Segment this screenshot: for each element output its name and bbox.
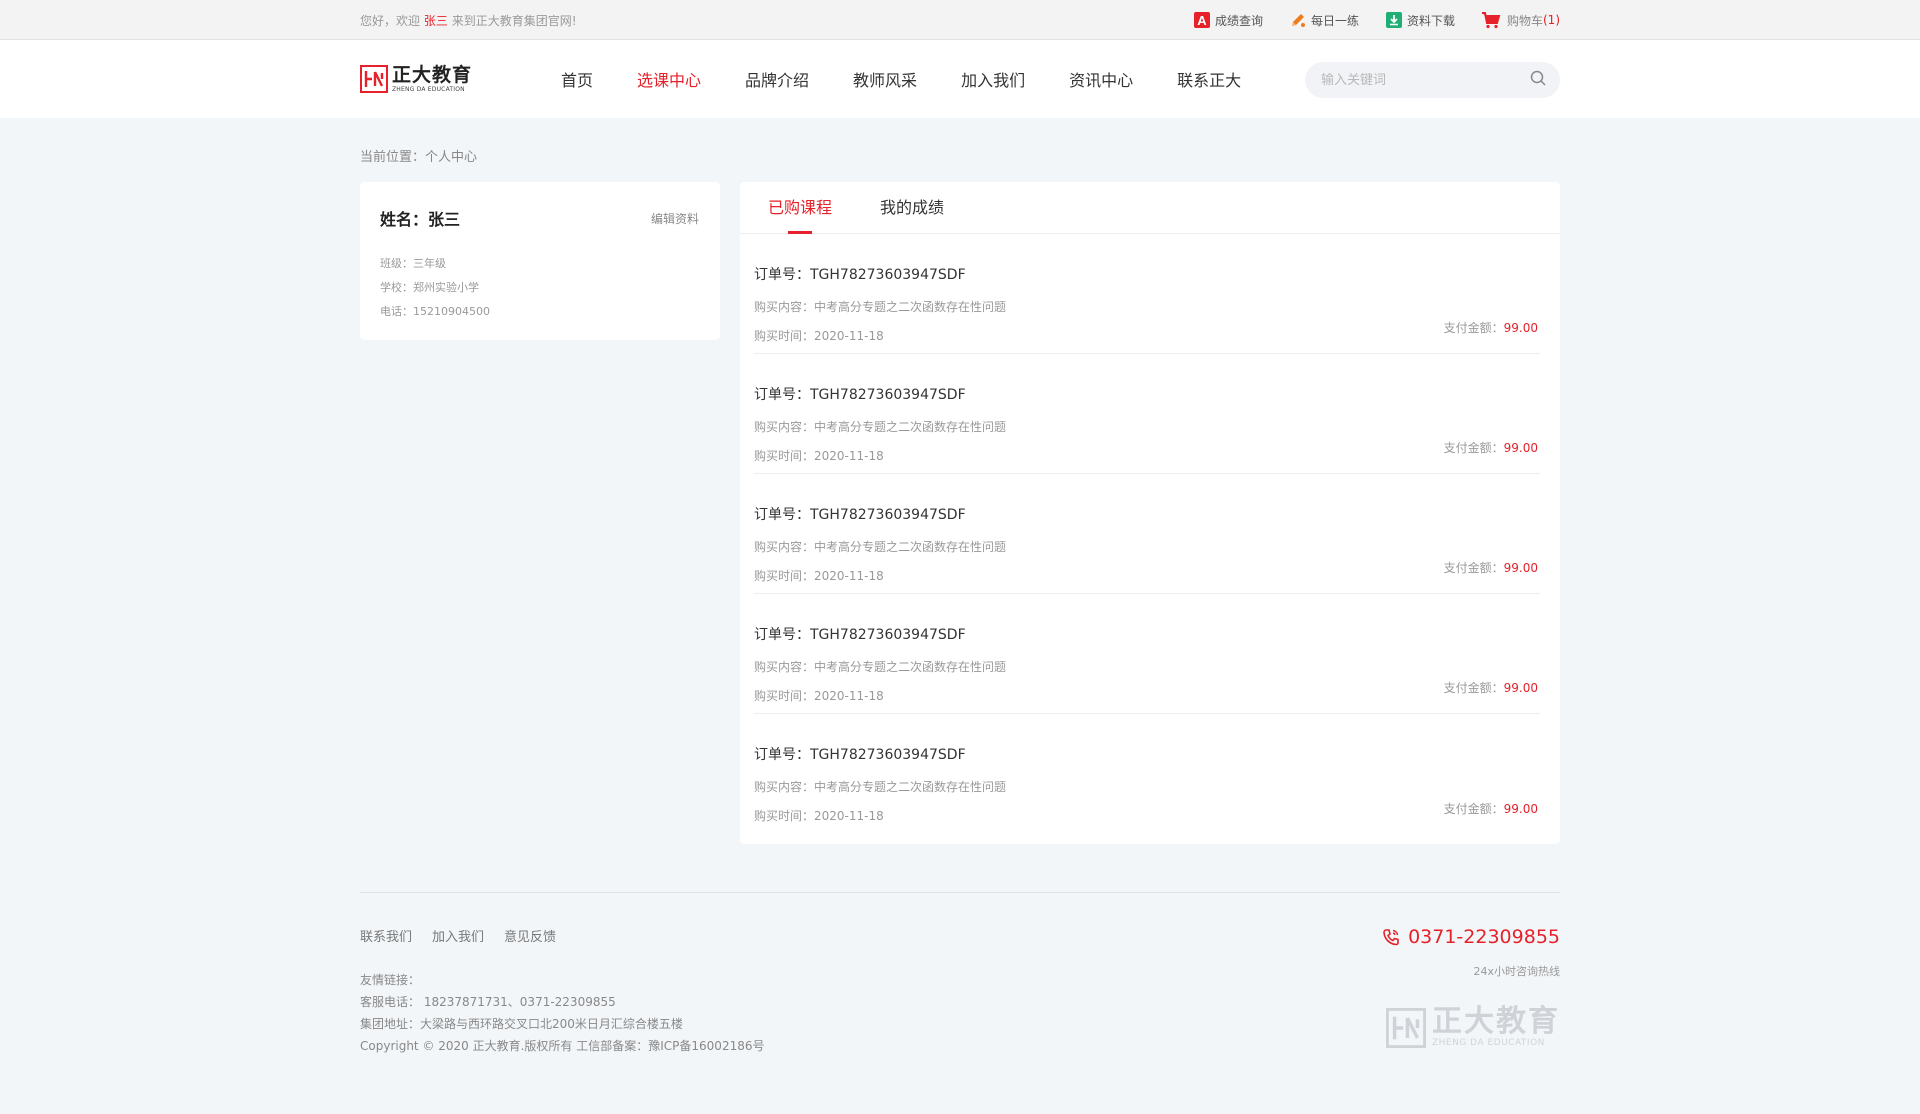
site-footer: 联系我们 加入我们 意见反馈 友情链接： 客服电话： 18237871731、0… [360,892,1560,1092]
download-link[interactable]: 资料下载 [1385,11,1455,29]
order-payment: 支付金额：99.00 [1444,800,1538,817]
payment-amount: 99.00 [1503,802,1538,816]
footer-logo: 正大教育 ZHENG DA EDUCATION [1386,1007,1560,1048]
welcome-text: 您好，欢迎 张三 来到正大教育集团官网! [360,12,577,29]
hotline-label: 24x小时咨询热线 [1473,965,1560,978]
search-icon[interactable] [1530,70,1546,90]
phone-icon [1383,929,1399,946]
orders-panel: 已购课程 我的成绩 订单号：TGH78273603947SDF 购买内容：中考高… [740,182,1560,844]
cart-count: (1) [1543,13,1560,27]
edit-profile-button[interactable]: 编辑资料 [651,210,699,227]
friend-links-label: 友情链接： [360,973,421,987]
welcome-prefix: 您好，欢迎 [360,13,421,28]
order-item: 订单号：TGH78273603947SDF 购买内容：中考高分专题之二次函数存在… [754,474,1540,594]
order-item: 订单号：TGH78273603947SDF 购买内容：中考高分专题之二次函数存在… [754,234,1540,354]
logo-subtitle: ZHENG DA EDUCATION [392,85,465,93]
payment-label: 支付金额： [1443,681,1504,695]
footer-logo-name: 正大教育 [1432,1004,1560,1039]
score-query-label: 成绩查询 [1214,13,1263,28]
nav-home[interactable]: 首页 [561,67,593,91]
order-item: 订单号：TGH78273603947SDF 购买内容：中考高分专题之二次函数存在… [754,714,1540,834]
tab-my-scores[interactable]: 我的成绩 [880,182,944,233]
order-number: 订单号：TGH78273603947SDF [754,387,966,403]
orders-tabs: 已购课程 我的成绩 [740,182,1560,234]
order-content: 购买内容：中考高分专题之二次函数存在性问题 [754,300,1007,314]
order-item: 订单号：TGH78273603947SDF 购买内容：中考高分专题之二次函数存在… [754,594,1540,714]
main-nav: 首页 选课中心 品牌介绍 教师风采 加入我们 资讯中心 联系正大 [561,67,1285,91]
order-time: 购买时间：2020-11-18 [754,689,884,703]
profile-class: 班级：三年级 [380,257,446,270]
download-icon [1385,11,1403,29]
site-header: 正大教育 ZHENG DA EDUCATION 首页 选课中心 品牌介绍 教师风… [0,40,1920,118]
welcome-suffix: 来到正大教育集团官网! [451,13,577,28]
footer-logo-mark-icon [1386,1007,1426,1048]
payment-label: 支付金额： [1443,321,1504,335]
payment-amount: 99.00 [1503,681,1538,695]
pencil-icon [1289,11,1307,29]
order-content: 购买内容：中考高分专题之二次函数存在性问题 [754,780,1007,794]
logo-mark-icon [360,65,388,93]
order-number: 订单号：TGH78273603947SDF [754,267,966,283]
profile-name: 姓名：张三 [380,210,461,229]
nav-brand[interactable]: 品牌介绍 [745,67,809,91]
footer-link-contact[interactable]: 联系我们 [360,926,412,945]
order-item: 订单号：TGH78273603947SDF 购买内容：中考高分专题之二次函数存在… [754,354,1540,474]
breadcrumb: 当前位置：个人中心 [360,150,478,165]
order-time: 购买时间：2020-11-18 [754,329,884,343]
service-phone: 客服电话： 18237871731、0371-22309855 [360,995,616,1009]
top-bar: 您好，欢迎 张三 来到正大教育集团官网! A 成绩查询 每日一练 资料下载 购物… [0,0,1920,40]
nav-course-center[interactable]: 选课中心 [637,67,701,91]
copyright: Copyright © 2020 正大教育.版权所有 工信部备案：豫ICP备16… [360,1039,765,1053]
footer-link-join[interactable]: 加入我们 [432,926,484,945]
order-time: 购买时间：2020-11-18 [754,569,884,583]
svg-text:A: A [1197,13,1207,28]
cart-label: 购物车 [1506,13,1543,28]
cart-link[interactable]: 购物车 (1) [1481,11,1560,29]
order-number: 订单号：TGH78273603947SDF [754,627,966,643]
order-number: 订单号：TGH78273603947SDF [754,747,966,763]
order-content: 购买内容：中考高分专题之二次函数存在性问题 [754,420,1007,434]
order-payment: 支付金额：99.00 [1444,439,1538,456]
nav-join[interactable]: 加入我们 [961,67,1025,91]
order-time: 购买时间：2020-11-18 [754,809,884,823]
payment-amount: 99.00 [1503,561,1538,575]
hotline-number: 0371-22309855 [1408,926,1560,948]
payment-label: 支付金额： [1443,802,1504,816]
footer-logo-subtitle: ZHENG DA EDUCATION [1432,1038,1545,1048]
download-label: 资料下载 [1406,13,1455,28]
payment-amount: 99.00 [1503,321,1538,335]
nav-news[interactable]: 资讯中心 [1069,67,1133,91]
order-time: 购买时间：2020-11-18 [754,449,884,463]
order-payment: 支付金额：99.00 [1444,559,1538,576]
footer-link-feedback[interactable]: 意见反馈 [504,926,556,945]
nav-contact[interactable]: 联系正大 [1177,67,1241,91]
hotline: 0371-22309855 [1382,926,1560,948]
order-payment: 支付金额：99.00 [1444,319,1538,336]
logo-name: 正大教育 [392,63,473,86]
daily-practice-link[interactable]: 每日一练 [1289,11,1359,29]
group-address: 集团地址：大梁路与西环路交叉口北200米日月汇综合楼五楼 [360,1017,683,1031]
welcome-username[interactable]: 张三 [424,14,448,28]
order-content: 购买内容：中考高分专题之二次函数存在性问题 [754,540,1007,554]
profile-card: 姓名：张三 编辑资料 班级：三年级 学校：郑州实验小学 电话：152109045… [360,182,720,340]
order-content: 购买内容：中考高分专题之二次函数存在性问题 [754,660,1007,674]
daily-practice-label: 每日一练 [1310,13,1359,28]
site-logo[interactable]: 正大教育 ZHENG DA EDUCATION [360,65,565,93]
payment-amount: 99.00 [1503,441,1538,455]
payment-label: 支付金额： [1443,561,1504,575]
score-query-link[interactable]: A 成绩查询 [1193,11,1263,29]
footer-links: 联系我们 加入我们 意见反馈 [360,926,1560,945]
tab-purchased-courses[interactable]: 已购课程 [768,182,832,233]
search-box [1305,62,1560,98]
cart-icon [1481,11,1503,29]
nav-teachers[interactable]: 教师风采 [853,67,917,91]
profile-school: 学校：郑州实验小学 [380,281,479,294]
order-payment: 支付金额：99.00 [1444,679,1538,696]
search-input[interactable] [1321,72,1530,88]
payment-label: 支付金额： [1443,441,1504,455]
profile-phone: 电话：15210904500 [380,305,490,318]
score-icon: A [1193,11,1211,29]
order-number: 订单号：TGH78273603947SDF [754,507,966,523]
